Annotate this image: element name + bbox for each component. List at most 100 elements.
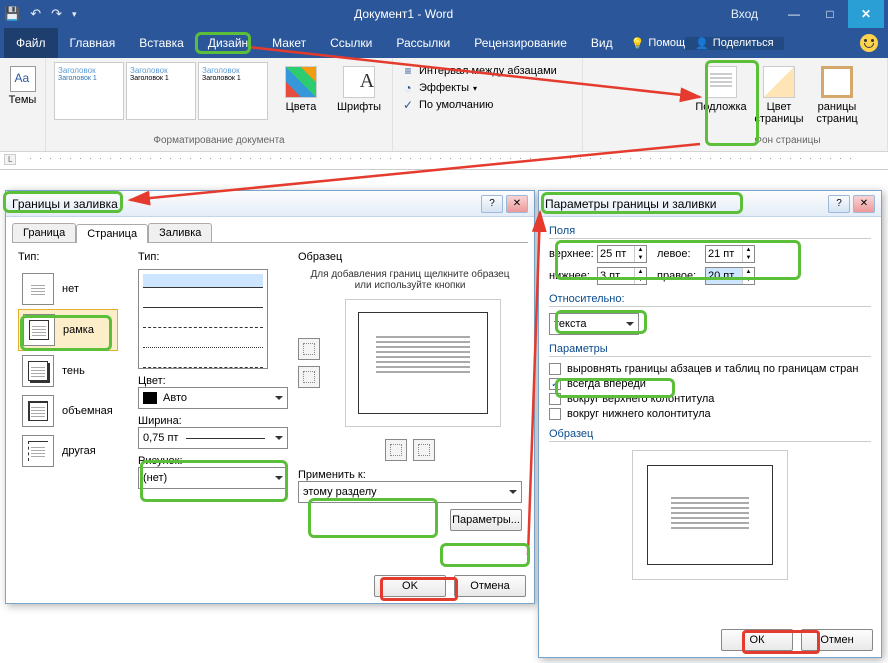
page-borders-button[interactable]: раницы страниц [812,62,862,125]
tab-view[interactable]: Вид [579,28,625,58]
align-borders-checkbox[interactable]: выровнять границы абзацев и таблиц по гр… [549,363,871,375]
type-3d[interactable]: объемная [18,391,118,431]
edge-right-button[interactable] [413,439,435,461]
save-icon[interactable]: 💾 [4,6,20,22]
pageborders-label: раницы страниц [816,101,857,125]
tab-borders[interactable]: Граница [12,223,76,242]
edge-top-button[interactable] [298,338,320,360]
preview-pane[interactable] [345,299,501,427]
line-style-list[interactable] [138,269,268,369]
tab-page-border[interactable]: Страница [76,224,148,243]
close-icon[interactable]: ✕ [848,0,884,28]
fonts-label: Шрифты [337,101,381,113]
type-shadow[interactable]: тень [18,351,118,391]
tab-shading[interactable]: Заливка [148,223,212,242]
measure-from-combo[interactable]: текста [549,313,639,335]
default-icon: ✓ [401,98,415,112]
page-color-button[interactable]: Цвет страницы [754,62,804,125]
redo-icon[interactable]: ↷ [51,6,62,22]
style-label: Тип: [138,251,288,263]
surround-header-checkbox[interactable]: вокруг верхнего колонтитула [549,393,871,405]
sign-in-link[interactable]: Вход [731,7,758,21]
tab-review[interactable]: Рецензирование [462,28,579,58]
qat-dropdown-icon[interactable]: ▾ [72,9,77,20]
share-label: Поделиться [713,37,774,49]
margin-left-spinner[interactable]: ▲▼ [705,245,755,263]
art-label: Рисунок: [138,455,288,467]
preview-hint: Для добавления границ щелкните образец и… [298,269,522,291]
color-combo[interactable]: Авто [138,387,288,409]
ribbon-design: Темы ЗаголовокЗаголовок 1 ЗаголовокЗагол… [0,58,888,152]
ok-button[interactable]: OK [374,575,446,597]
spacing-icon: ≡ [401,64,415,78]
tab-references[interactable]: Ссылки [318,28,384,58]
dialog-close-icon[interactable]: ✕ [506,195,528,213]
margin-top-spinner[interactable]: ▲▼ [597,245,647,263]
margin-bottom-spinner[interactable]: ▲▼ [597,267,647,285]
colors-label: Цвета [286,101,317,113]
themes-button[interactable]: Темы [8,62,37,106]
tab-insert[interactable]: Вставка [127,28,196,58]
art-combo[interactable]: (нет) [138,467,288,489]
share-button[interactable]: 👤 Поделиться [685,37,783,50]
preview-group-label: Образец [549,428,871,442]
fonts-button[interactable]: Шрифты [334,62,384,113]
color-label: Цвет: [138,375,288,387]
ok-button[interactable]: ОК [721,629,793,651]
type-label: Тип: [18,251,128,263]
help-icon[interactable]: ? [481,195,503,213]
dialog-title: Границы и заливка [12,197,118,211]
group-pagebg-label: Фон страницы [696,135,879,149]
type-box[interactable]: рамка [18,309,118,351]
feedback-icon[interactable] [854,28,884,58]
edge-bottom-button[interactable] [298,366,320,388]
style-gallery[interactable]: ЗаголовокЗаголовок 1 ЗаголовокЗаголовок … [54,62,268,120]
tab-file[interactable]: Файл [4,28,58,58]
borders-shading-dialog: Границы и заливка ? ✕ Граница Страница З… [5,190,535,604]
paragraph-spacing-button[interactable]: ≡Интервал между абзацами [401,64,557,78]
surround-footer-checkbox[interactable]: вокруг нижнего колонтитула [549,408,871,420]
dialog-close-icon[interactable]: ✕ [853,195,875,213]
horizontal-ruler[interactable]: L [0,152,888,170]
pagecolor-label: Цвет страницы [754,101,803,125]
window-titlebar: 💾 ↶ ↷ ▾ Документ1 - Word Вход — □ ✕ [0,0,888,28]
tell-me-label: Помощ [648,37,685,49]
undo-icon[interactable]: ↶ [30,6,41,22]
maximize-icon[interactable]: □ [812,0,848,28]
help-icon[interactable]: ? [828,195,850,213]
tab-layout[interactable]: Макет [260,28,318,58]
watermark-button[interactable]: Подложка [696,62,746,113]
lightbulb-icon: 💡 [631,37,645,50]
width-combo[interactable]: 0,75 пт [138,427,288,449]
tab-mailings[interactable]: Рассылки [384,28,462,58]
border-options-dialog: Параметры границы и заливки ? ✕ Поля вер… [538,190,882,658]
dialog-title: Параметры границы и заливки [545,197,716,211]
type-custom[interactable]: другая [18,431,118,471]
cancel-button[interactable]: Отмен [801,629,873,651]
window-title: Документ1 - Word [77,7,731,21]
relative-group-label: Относительно: [549,293,871,307]
options-preview [632,450,788,580]
colors-button[interactable]: Цвета [276,62,326,113]
set-default-button[interactable]: ✓По умолчанию [401,98,557,112]
effects-button[interactable]: ◔Эффекты ▾ [401,81,557,95]
always-front-checkbox[interactable]: ✓всегда впереди [549,378,871,390]
person-icon: 👤 [695,37,709,50]
apply-to-combo[interactable]: этому разделу [298,481,522,503]
apply-to-label: Применить к: [298,469,522,481]
tab-home[interactable]: Главная [58,28,128,58]
margin-right-spinner[interactable]: ▲▼ [705,267,755,285]
preview-label: Образец [298,251,522,263]
effects-icon: ◔ [401,81,415,95]
edge-left-button[interactable] [385,439,407,461]
group-docformat-label: Форматирование документа [54,135,384,149]
ribbon-tabs: Файл Главная Вставка Дизайн Макет Ссылки… [0,28,888,58]
watermark-label: Подложка [695,101,746,113]
width-label: Ширина: [138,415,288,427]
cancel-button[interactable]: Отмена [454,575,526,597]
tab-design[interactable]: Дизайн [196,28,260,58]
type-none[interactable]: нет [18,269,118,309]
border-options-button[interactable]: Параметры... [450,509,522,531]
minimize-icon[interactable]: — [776,0,812,28]
tell-me[interactable]: 💡 Помощ [631,37,685,50]
